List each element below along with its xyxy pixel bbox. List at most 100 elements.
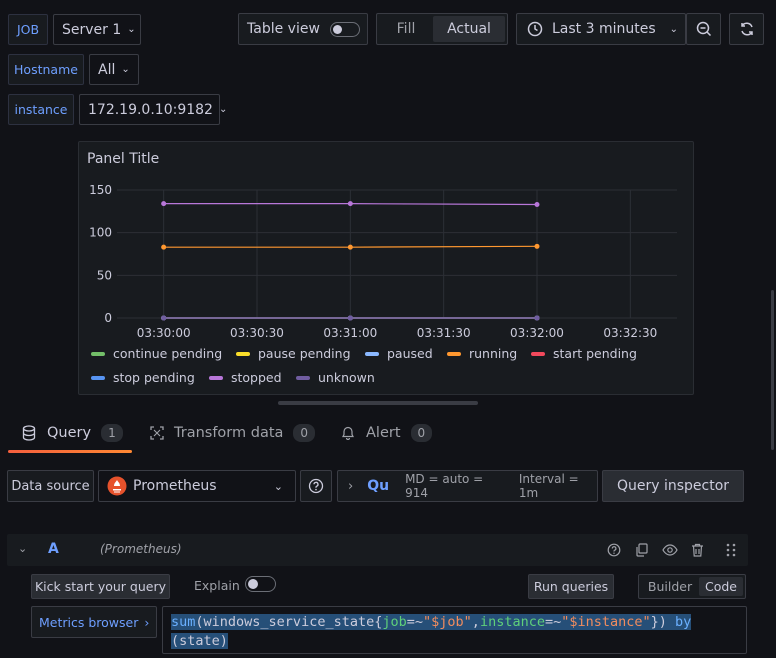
legend-label: unknown <box>318 370 375 385</box>
hostname-variable-label: Hostname <box>8 54 84 85</box>
x-tick-label: 03:31:30 <box>417 326 471 340</box>
legend-label: start pending <box>553 346 637 361</box>
query-options-label: Qu <box>367 478 390 494</box>
legend-item-running[interactable]: running <box>447 346 517 361</box>
instance-variable-value: 172.19.0.10:9182 <box>88 101 213 118</box>
instance-variable-label: instance <box>8 94 74 125</box>
builder-mode-option[interactable]: Builder <box>641 579 699 594</box>
query-ref-id[interactable]: A <box>48 541 59 557</box>
legend-item-start-pending[interactable]: start pending <box>531 346 637 361</box>
query-options-toggle[interactable]: › Qu MD = auto = 914 Interval = 1m <box>337 470 598 502</box>
data-source-label: Data source <box>7 470 94 502</box>
table-view-toggle[interactable]: Table view <box>238 13 368 45</box>
y-tick-label: 50 <box>97 268 112 282</box>
transform-icon <box>150 426 164 440</box>
x-tick-label: 03:32:30 <box>603 326 657 340</box>
editor-mode-toggle: Builder Code <box>638 574 746 599</box>
query-datasource-hint: (Prometheus) <box>100 542 182 556</box>
metrics-browser-label: Metrics browser <box>39 614 139 630</box>
y-tick-label: 150 <box>89 183 112 197</box>
query-code: sum(windows_service_state{job=~"$job",in… <box>171 614 692 649</box>
kick-start-query-button[interactable]: Kick start your query <box>31 574 170 599</box>
x-tick-label: 03:30:00 <box>137 326 191 340</box>
refresh-button[interactable] <box>729 13 764 45</box>
bell-icon <box>342 426 354 440</box>
run-queries-button[interactable]: Run queries <box>528 574 614 599</box>
help-button[interactable] <box>300 470 332 502</box>
legend-swatch <box>91 351 105 356</box>
code-mode-option[interactable]: Code <box>699 577 743 596</box>
data-source-picker[interactable]: Prometheus ⌄ <box>98 470 296 502</box>
max-data-points-text: MD = auto = 914 <box>405 472 484 500</box>
scrollbar-thumb[interactable] <box>771 290 774 450</box>
zoom-out-button[interactable] <box>686 13 721 45</box>
legend-swatch <box>447 351 461 356</box>
hostname-variable-select[interactable]: All ⌄ <box>89 54 139 85</box>
clock-icon <box>527 21 543 37</box>
zoom-out-icon <box>696 21 711 37</box>
tab-alert[interactable]: Alert 0 <box>342 424 433 442</box>
legend-swatch <box>236 351 250 356</box>
legend-item-unknown[interactable]: unknown <box>296 370 375 385</box>
legend-label: stopped <box>231 370 282 385</box>
legend-swatch <box>296 375 310 380</box>
data-point <box>347 201 353 207</box>
legend-label: pause pending <box>258 346 351 361</box>
time-range-label: Last 3 minutes <box>552 21 656 37</box>
y-tick-label: 100 <box>89 226 112 240</box>
legend-item-paused[interactable]: paused <box>365 346 433 361</box>
tab-transform-count: 0 <box>293 424 316 442</box>
actual-option[interactable]: Actual <box>433 16 505 42</box>
interval-text: Interval = 1m <box>518 472 579 500</box>
table-view-switch[interactable] <box>329 21 360 37</box>
explain-label: Explain <box>194 578 240 593</box>
tab-query[interactable]: Query 1 <box>22 424 123 442</box>
collapse-chevron-icon[interactable]: ⌄ <box>18 542 27 555</box>
legend-item-pause-pending[interactable]: pause pending <box>236 346 351 361</box>
time-series-panel[interactable]: Panel Title 0 50 100 150 03:30:00 03:30:30 03:… <box>78 141 694 395</box>
fill-actual-group: Fill Actual <box>376 13 508 45</box>
data-point <box>534 243 540 249</box>
prometheus-logo-icon <box>107 476 127 496</box>
time-range-picker[interactable]: Last 3 minutes ⌄ <box>516 13 686 45</box>
duplicate-icon[interactable] <box>635 543 649 557</box>
eye-icon[interactable] <box>662 543 678 557</box>
chevron-down-icon: ⌄ <box>218 104 228 115</box>
legend-swatch <box>365 351 379 356</box>
data-point <box>161 244 167 250</box>
drag-handle-icon[interactable] <box>726 543 736 557</box>
explain-toggle[interactable] <box>245 576 276 592</box>
tab-transform-label: Transform data <box>174 425 284 441</box>
data-point <box>161 201 167 207</box>
legend-item-stopped[interactable]: stopped <box>209 370 282 385</box>
chevron-down-icon: ⌄ <box>127 24 136 35</box>
query-text-display: sum(windows_service_state{job=~"$job",in… <box>171 613 731 651</box>
legend-swatch <box>209 375 223 380</box>
x-tick-label: 03:31:00 <box>323 326 377 340</box>
panel-title: Panel Title <box>87 151 160 167</box>
data-point <box>534 202 540 208</box>
instance-variable-select[interactable]: 172.19.0.10:9182 ⌄ <box>79 94 227 125</box>
job-variable-select[interactable]: Server 1 ⌄ <box>53 14 141 45</box>
data-point <box>161 315 167 321</box>
query-inspector-button[interactable]: Query inspector <box>602 470 744 502</box>
promql-query-editor[interactable]: sum(windows_service_state{job=~"$job",in… <box>162 606 747 654</box>
help-icon[interactable] <box>607 543 621 557</box>
data-point <box>347 244 353 250</box>
legend-label: stop pending <box>113 370 195 385</box>
fill-option[interactable]: Fill <box>379 21 433 37</box>
legend-item-stop-pending[interactable]: stop pending <box>91 370 195 385</box>
metrics-browser-button[interactable]: Metrics browser › <box>31 606 157 638</box>
data-source-value: Prometheus <box>133 478 217 494</box>
question-circle-icon <box>308 478 324 494</box>
panel-resize-handle[interactable] <box>278 401 478 405</box>
trash-icon[interactable] <box>691 543 704 557</box>
x-tick-label: 03:30:30 <box>230 326 284 340</box>
hostname-variable-value: All <box>98 61 116 78</box>
tab-transform-data[interactable]: Transform data 0 <box>150 424 316 442</box>
time-series-chart[interactable]: 0 50 100 150 03:30:00 03:30:30 03:31:00 03:31:3… <box>79 178 693 368</box>
legend-item-continue-pending[interactable]: continue pending <box>91 346 222 361</box>
tab-alert-label: Alert <box>366 425 401 441</box>
active-tab-indicator <box>8 450 132 453</box>
tab-query-count: 1 <box>101 424 123 442</box>
